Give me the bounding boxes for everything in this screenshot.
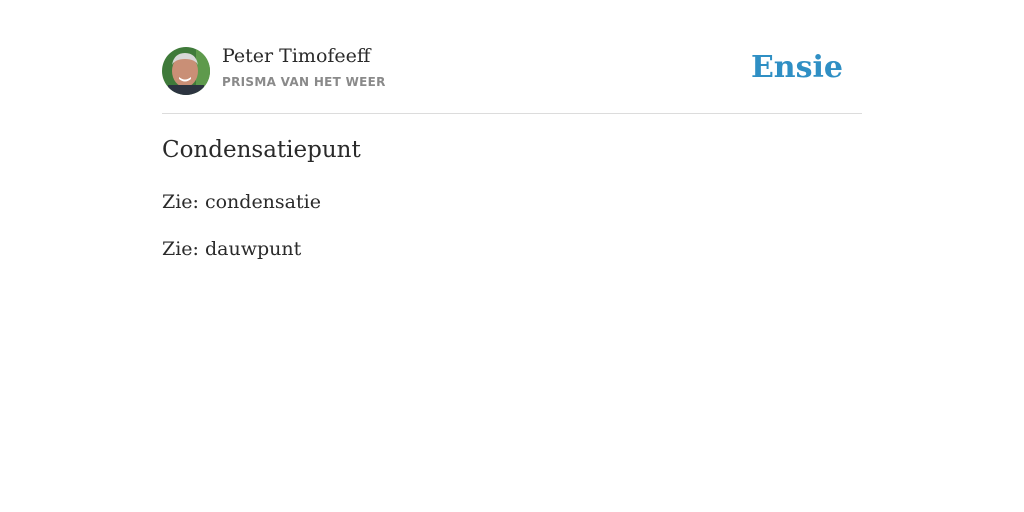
header: Peter Timofeeff PRISMA VAN HET WEER Ensi… [162,0,862,114]
reference-link[interactable]: Zie: condensatie [162,191,321,213]
page-container: Peter Timofeeff PRISMA VAN HET WEER Ensi… [162,0,862,260]
author-photo-icon [162,47,210,95]
book-title[interactable]: PRISMA VAN HET WEER [222,75,386,89]
brand-logo[interactable]: Ensie [751,50,843,85]
avatar[interactable] [162,47,210,95]
author-name[interactable]: Peter Timofeeff [222,45,370,67]
entry-title: Condensatiepunt [162,137,361,163]
reference-link[interactable]: Zie: dauwpunt [162,238,301,260]
